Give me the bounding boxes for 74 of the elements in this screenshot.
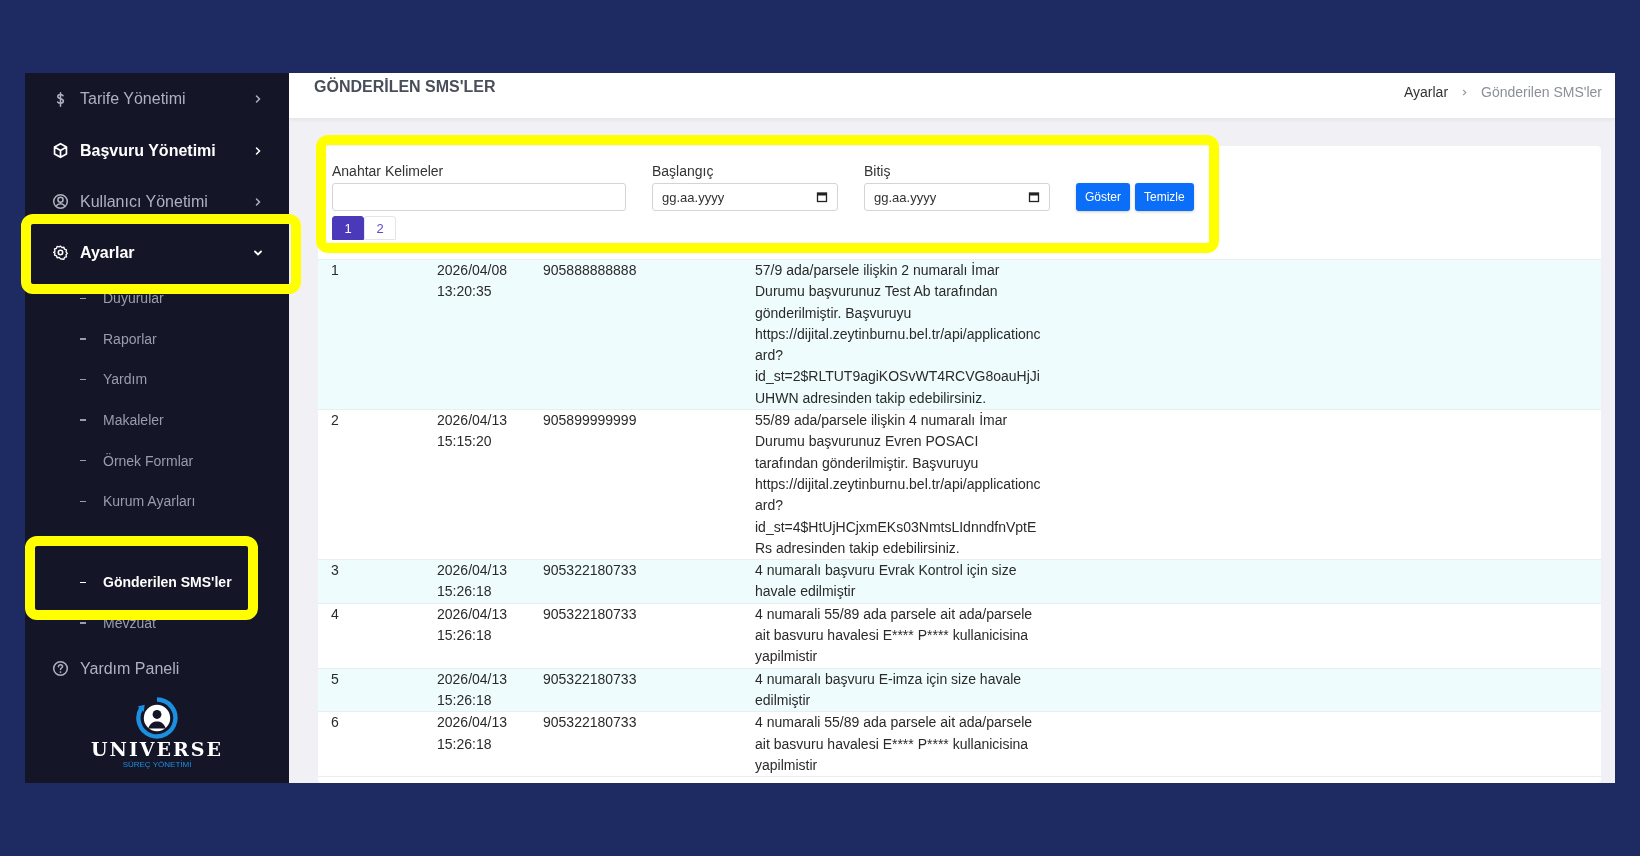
sidebar-label: Kullanıcı Yönetimi	[80, 192, 209, 211]
table-cell-text: 2026/04/08 13:20:35	[437, 261, 509, 302]
clear-button[interactable]: Temizle	[1135, 183, 1194, 211]
dash-icon	[80, 378, 86, 381]
chevron-right-icon	[253, 94, 263, 104]
logo-icon	[135, 696, 179, 741]
sidebar-item[interactable]: Kullanıcı Yönetimi	[25, 176, 289, 227]
table-cell-text: 4 numarali 55/89 ada parsele ait ada/parsele ait basvuru havalesi E**** P**** kullanicisina yapilmistir	[755, 604, 1034, 667]
sidebar-label: Yardım Paneli	[80, 659, 181, 678]
table-cell-text: 6	[331, 713, 340, 733]
table-cell-text: 2026/04/13 15:26:18	[437, 669, 509, 710]
table-cell-text: 5	[331, 669, 340, 689]
table-cell-text: 905888888888	[543, 261, 638, 280]
sidebar-label: Ayarlar	[80, 243, 136, 262]
field-label: Bitiş	[864, 163, 892, 179]
sidebar-item[interactable]: Ayarlar	[25, 227, 289, 278]
chevron-right-icon	[253, 145, 263, 156]
dash-icon	[80, 500, 86, 502]
user-icon	[52, 193, 69, 210]
table-cell-text: 2	[331, 411, 340, 431]
table-cell-text: 2026/04/13 15:15:20	[437, 411, 509, 452]
table-cell-text: 905322180733	[543, 604, 638, 624]
dash-icon	[80, 581, 86, 584]
sidebar-item[interactable]: Başvuru Yönetimi	[25, 125, 289, 176]
dash-icon	[80, 338, 86, 340]
page-button[interactable]: 1	[332, 216, 364, 240]
submenu-item[interactable]: Örnek Formlar	[25, 440, 289, 481]
table-cell-text: 905899999999	[543, 411, 638, 431]
table-cell-text: 4 numaralı başvuru E-imza için size havale edilmiştir	[755, 669, 1023, 710]
logo-name: UNIVERSE	[90, 738, 223, 761]
dash-icon	[80, 297, 86, 300]
table-cell-text: 57/9 ada/parsele ilişkin 2 numaralı İmar Durumu başvurunuz Test Ab tarafından gönderilmiştir. Başvuruyu https://dijital.zeytinburnu.bel.tr/api/applicationcard?id_st=2$RLTUT9agiKOSvWT4RCVG8oauHjJiUHWN adresinden takip edebilirsiniz.	[755, 261, 1042, 408]
logo-tagline: SÜREÇ YÖNETİMİ	[122, 760, 192, 770]
table-cell-text: 3	[331, 561, 340, 581]
sidebar-item[interactable]: Yardım Paneli	[25, 643, 289, 695]
table-cell-text: 1	[331, 261, 340, 280]
chevron-right-icon	[253, 196, 263, 207]
table-cell-text: 2026/04/13 15:26:18	[437, 561, 509, 602]
table-cell-text: 905322180733	[543, 669, 638, 689]
table-cell-text: 4	[331, 604, 340, 624]
sidebar-label: Tarife Yönetimi	[80, 90, 187, 108]
breadcrumb-link[interactable]: Ayarlar	[1403, 84, 1449, 100]
show-button[interactable]: Göster	[1076, 183, 1130, 211]
table-cell-text: 905322180733	[543, 713, 638, 733]
calendar-icon	[1028, 191, 1040, 203]
page-title: GÖNDERİLEN SMS'LER	[314, 78, 496, 96]
table-cell-text: 905322180733	[543, 561, 638, 581]
sidebar-item[interactable]: Tarife Yönetimi	[25, 73, 289, 125]
calendar-icon	[816, 191, 828, 203]
help-icon	[52, 660, 69, 678]
submenu-item[interactable]: Gönderilen SMS'ler	[25, 562, 289, 603]
keyword-field[interactable]	[332, 183, 626, 211]
cube-icon	[52, 142, 69, 159]
settings-icon	[52, 244, 69, 261]
date-field[interactable]: gg.aa.yyyy	[864, 183, 1050, 211]
submenu-item[interactable]: Duyurular	[25, 278, 289, 319]
dash-icon	[80, 622, 86, 624]
table-cell-text: 2026/04/13 15:26:18	[437, 713, 509, 754]
date-field[interactable]: gg.aa.yyyy	[652, 183, 838, 211]
sidebar-label: Başvuru Yönetimi	[80, 141, 217, 160]
dash-icon	[80, 419, 86, 421]
field-label: Anahtar Kelimeler	[332, 163, 445, 179]
table-cell-text: 55/89 ada/parsele ilişkin 4 numaralı İmar Durumu başvurunuz Evren POSACI tarafından gönderilmiştir. Başvuruyu https://dijital.zeytinburnu.bel.tr/api/applicationcard?id_st=4$HtUjHCjxmEKs03NmtsLIdnndfnVptERs adresinden takip edebilirsiniz.	[755, 411, 1042, 558]
page-button[interactable]: 2	[364, 216, 396, 240]
dash-icon	[80, 459, 86, 462]
submenu-item[interactable]: Kurum Ayarları	[25, 480, 289, 522]
submenu-item[interactable]: Makaleler	[25, 399, 289, 441]
table-cell-text: 4 numaralı başvuru Evrak Kontrol için size havale edilmiştir	[755, 561, 1018, 602]
chevron-right-icon	[1460, 87, 1470, 97]
submenu-item[interactable]: Yardım	[25, 359, 289, 400]
table-cell-text: 4 numarali 55/89 ada parsele ait ada/parsele ait basvuru havalesi E**** P**** kullanicisina yapilmistir	[755, 713, 1034, 775]
table-cell-text: 2026/04/13 15:26:18	[437, 604, 509, 646]
submenu-item[interactable]: Raporlar	[25, 318, 289, 360]
field-label: Başlangıç	[652, 163, 715, 179]
